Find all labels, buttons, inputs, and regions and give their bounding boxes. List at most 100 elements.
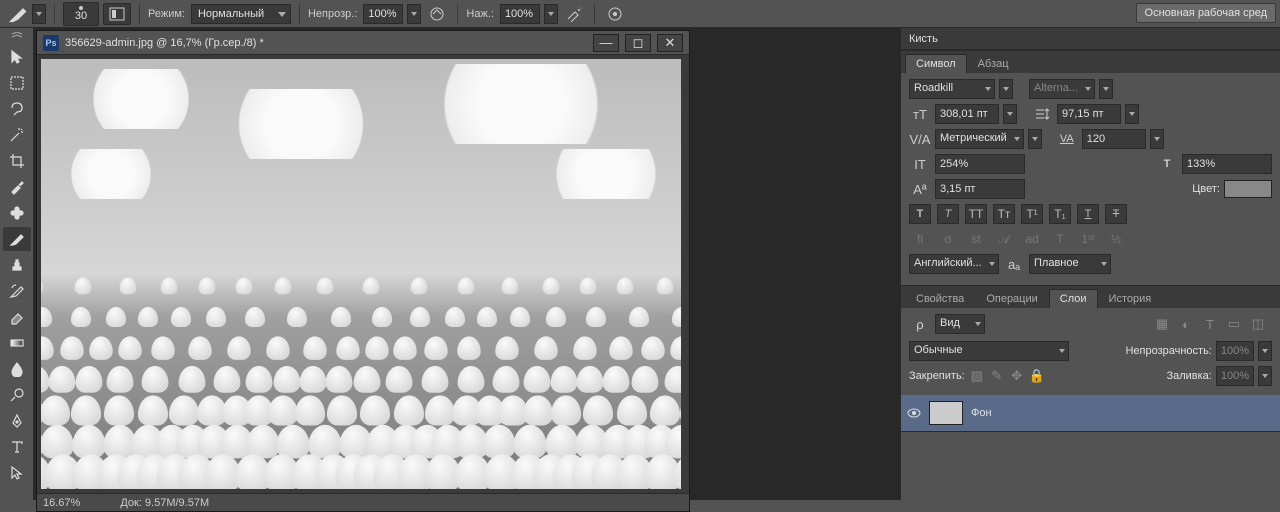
- leading-input[interactable]: [1057, 104, 1121, 124]
- filter-type-icon[interactable]: T: [1202, 316, 1218, 332]
- filter-kind-select[interactable]: Вид: [935, 314, 985, 334]
- filter-adjustment-icon[interactable]: ◐: [1178, 316, 1194, 332]
- blur-tool[interactable]: [3, 357, 31, 381]
- leading-dropdown[interactable]: [1125, 104, 1139, 124]
- pen-tool[interactable]: [3, 409, 31, 433]
- font-style-select[interactable]: Alterna...: [1029, 79, 1095, 99]
- filter-pixel-icon[interactable]: ▦: [1154, 316, 1170, 332]
- magic-wand-tool[interactable]: [3, 123, 31, 147]
- layers-tab[interactable]: Слои: [1049, 289, 1098, 309]
- hscale-input[interactable]: [1182, 154, 1272, 174]
- minimize-button[interactable]: —: [593, 34, 619, 52]
- font-family-select[interactable]: Roadkill: [909, 79, 995, 99]
- gradient-tool[interactable]: [3, 331, 31, 355]
- document-titlebar[interactable]: Ps 356629-admin.jpg @ 16,7% (Гр.сер./8) …: [37, 31, 689, 55]
- opacity-dropdown[interactable]: [407, 4, 421, 24]
- flow-input[interactable]: 100%: [500, 4, 540, 24]
- allcaps-button[interactable]: TT: [965, 204, 987, 224]
- titling-button[interactable]: T: [1049, 229, 1071, 249]
- font-size-dropdown[interactable]: [1003, 104, 1017, 124]
- layer-row-background[interactable]: Фон: [901, 395, 1280, 431]
- options-bar: 30 Режим: Нормальный Непрозр.: 100% Наж.…: [0, 0, 1280, 28]
- eyedropper-tool[interactable]: [3, 175, 31, 199]
- marquee-tool[interactable]: [3, 71, 31, 95]
- layer-opacity-dropdown[interactable]: [1258, 341, 1272, 361]
- antialias-select[interactable]: Плавное: [1029, 254, 1111, 274]
- smallcaps-button[interactable]: Tᴛ: [993, 204, 1015, 224]
- layer-visibility-toggle[interactable]: [907, 406, 921, 420]
- layer-opacity-input[interactable]: 100%: [1216, 341, 1254, 361]
- brush-panel-toggle[interactable]: [103, 3, 131, 25]
- lock-position-icon[interactable]: ✥: [1009, 368, 1025, 384]
- pressure-size-toggle[interactable]: [603, 3, 627, 25]
- lock-pixels-icon[interactable]: ✎: [989, 368, 1005, 384]
- contextual-button[interactable]: σ: [937, 229, 959, 249]
- tracking-input[interactable]: [1082, 129, 1146, 149]
- airbrush-toggle[interactable]: [562, 3, 586, 25]
- workspace-switcher[interactable]: Основная рабочая сред: [1136, 3, 1276, 23]
- pressure-opacity-toggle[interactable]: [425, 3, 449, 25]
- properties-tab[interactable]: Свойства: [905, 289, 975, 308]
- layer-blendmode-select[interactable]: Обычные: [909, 341, 1069, 361]
- ligatures-button[interactable]: fi: [909, 229, 931, 249]
- actions-tab[interactable]: Операции: [975, 289, 1048, 308]
- font-family-dropdown[interactable]: [999, 79, 1013, 99]
- superscript-button[interactable]: T¹: [1021, 204, 1043, 224]
- font-style-dropdown[interactable]: [1099, 79, 1113, 99]
- font-size-input[interactable]: [935, 104, 999, 124]
- filter-shape-icon[interactable]: ▭: [1226, 316, 1242, 332]
- language-select[interactable]: Английский...: [909, 254, 999, 274]
- flow-label: Наж.:: [466, 8, 494, 20]
- dodge-tool[interactable]: [3, 383, 31, 407]
- kerning-dropdown[interactable]: [1028, 129, 1042, 149]
- subscript-button[interactable]: T₁: [1049, 204, 1071, 224]
- maximize-button[interactable]: ◻: [625, 34, 651, 52]
- lasso-tool[interactable]: [3, 97, 31, 121]
- clone-stamp-tool[interactable]: [3, 253, 31, 277]
- bold-button[interactable]: T: [909, 204, 931, 224]
- close-button[interactable]: ✕: [657, 34, 683, 52]
- eraser-tool[interactable]: [3, 305, 31, 329]
- ordinals-button[interactable]: 1ˢᵗ: [1077, 229, 1099, 249]
- underline-button[interactable]: T: [1077, 204, 1099, 224]
- path-selection-tool[interactable]: [3, 461, 31, 485]
- lock-all-icon[interactable]: 🔒: [1029, 368, 1045, 384]
- layer-fill-input[interactable]: 100%: [1216, 366, 1254, 386]
- kerning-select[interactable]: Метрический: [935, 129, 1024, 149]
- history-tab[interactable]: История: [1098, 289, 1163, 308]
- fractions-button[interactable]: ½: [1105, 229, 1127, 249]
- tracking-dropdown[interactable]: [1150, 129, 1164, 149]
- italic-button[interactable]: T: [937, 204, 959, 224]
- brush-preset-picker[interactable]: 30: [63, 2, 99, 26]
- baseline-shift-input[interactable]: [935, 179, 1025, 199]
- discretionary-button[interactable]: st: [965, 229, 987, 249]
- layer-name[interactable]: Фон: [971, 407, 992, 419]
- vscale-input[interactable]: [935, 154, 1025, 174]
- healing-brush-tool[interactable]: [3, 201, 31, 225]
- crop-tool[interactable]: [3, 149, 31, 173]
- paragraph-tab[interactable]: Абзац: [967, 54, 1020, 73]
- blend-mode-dropdown[interactable]: Нормальный: [191, 4, 291, 24]
- brush-tool[interactable]: [3, 227, 31, 251]
- filter-smart-icon[interactable]: ◫: [1250, 316, 1266, 332]
- brush-panel-tab[interactable]: Кисть: [901, 28, 1280, 50]
- character-tab[interactable]: Символ: [905, 54, 967, 74]
- zoom-level[interactable]: 16.67%: [43, 497, 80, 509]
- document-canvas[interactable]: [41, 59, 681, 489]
- tool-preset-dropdown[interactable]: [32, 4, 46, 24]
- swash-button[interactable]: 𝒜: [993, 229, 1015, 249]
- document-area: Ps 356629-admin.jpg @ 16,7% (Гр.сер./8) …: [34, 28, 900, 500]
- type-tool[interactable]: [3, 435, 31, 459]
- move-tool[interactable]: [3, 45, 31, 69]
- history-brush-tool[interactable]: [3, 279, 31, 303]
- text-color-swatch[interactable]: [1224, 180, 1272, 198]
- opacity-input[interactable]: 100%: [363, 4, 403, 24]
- lock-label: Закрепить:: [909, 370, 965, 382]
- toolbox-grip-icon[interactable]: [3, 32, 31, 40]
- layer-fill-dropdown[interactable]: [1258, 366, 1272, 386]
- layer-thumbnail[interactable]: [929, 401, 963, 425]
- stylistic-button[interactable]: ad: [1021, 229, 1043, 249]
- strikethrough-button[interactable]: T: [1105, 204, 1127, 224]
- lock-transparency-icon[interactable]: ▨: [969, 368, 985, 384]
- flow-dropdown[interactable]: [544, 4, 558, 24]
